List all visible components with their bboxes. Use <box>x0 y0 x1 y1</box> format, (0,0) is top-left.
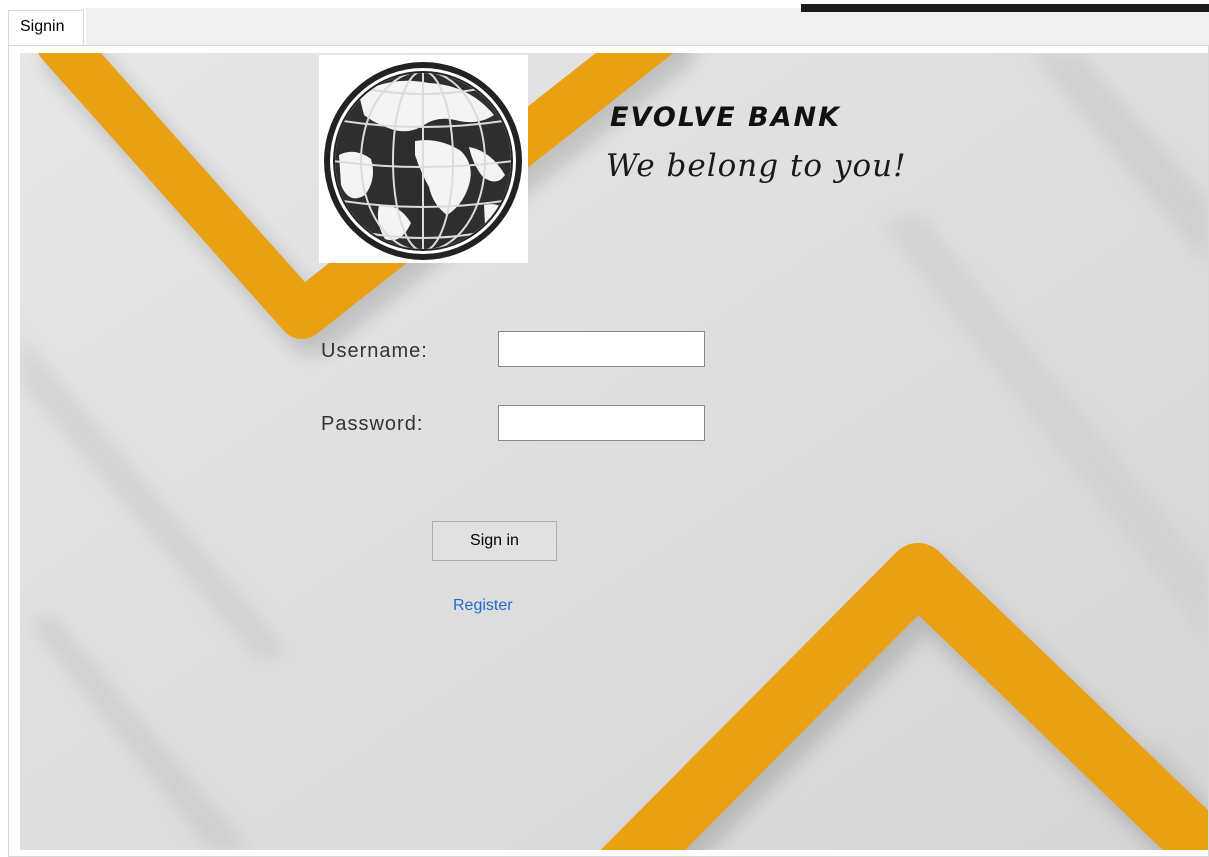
tab-strip: Signin <box>0 0 1209 46</box>
bank-name: EVOLVE BANK <box>610 102 842 133</box>
bank-tagline: We belong to you! <box>606 148 907 184</box>
globe-icon <box>324 62 522 260</box>
tab-signin[interactable]: Signin <box>8 10 84 46</box>
password-input[interactable] <box>498 405 705 441</box>
username-input[interactable] <box>498 331 705 367</box>
window-edge-bar <box>801 4 1209 12</box>
signin-button[interactable]: Sign in <box>432 521 557 561</box>
password-label: Password: <box>321 413 424 435</box>
bank-logo <box>319 55 528 263</box>
tab-strip-background <box>86 8 1209 46</box>
register-link[interactable]: Register <box>453 597 513 615</box>
username-label: Username: <box>321 340 428 362</box>
